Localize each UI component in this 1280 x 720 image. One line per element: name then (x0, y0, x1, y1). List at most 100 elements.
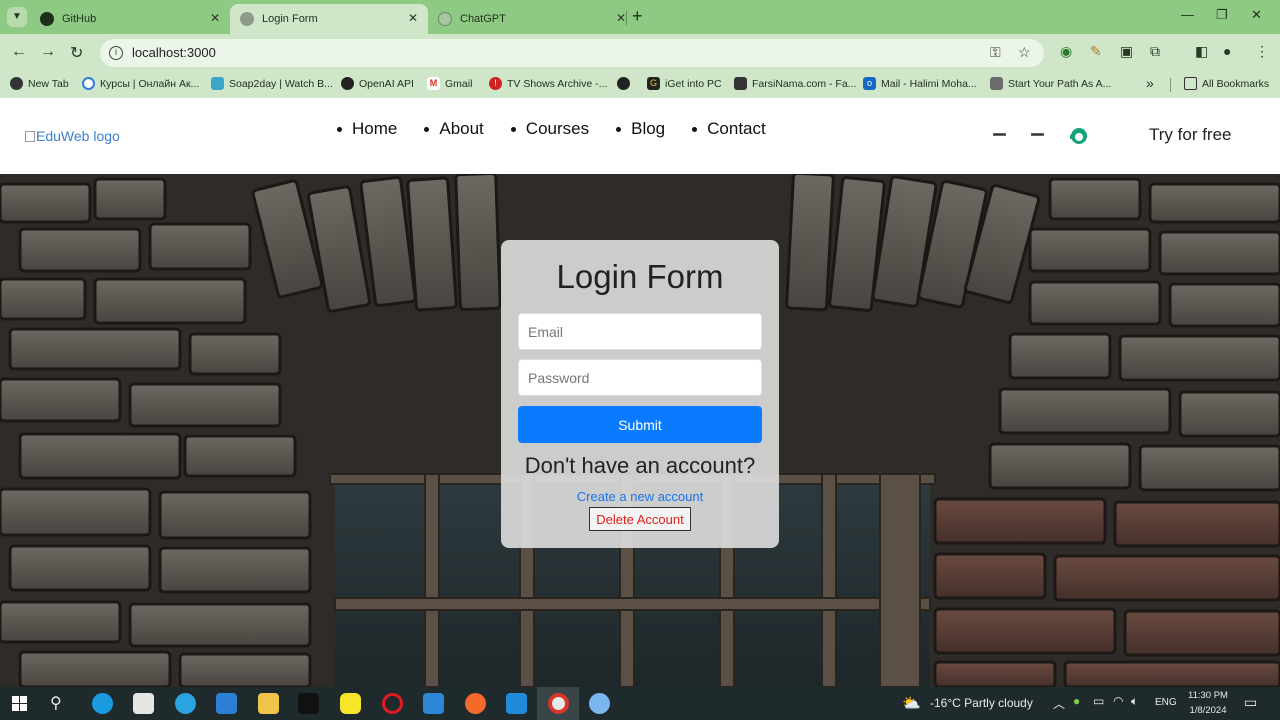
menu-kebab-icon[interactable]: ⋮ (1255, 43, 1269, 60)
avatar[interactable]: ● (1223, 43, 1231, 59)
close-icon[interactable]: ✕ (616, 11, 626, 25)
restore-icon[interactable]: ❐ (1216, 7, 1228, 23)
extension-icon[interactable]: ▣ (1120, 43, 1133, 60)
close-icon[interactable]: ✕ (210, 11, 220, 25)
clock-date[interactable]: 1/8/2024 (1178, 705, 1238, 716)
chrome-icon[interactable] (548, 693, 569, 714)
globe-icon (10, 77, 23, 90)
tab-search-icon[interactable]: ▼ (7, 7, 27, 27)
bookmark-item[interactable]: Курсы | Онлайн Ак... (82, 77, 199, 90)
bookmark-item[interactable] (617, 77, 635, 90)
tray-app-icon[interactable]: ● (1073, 694, 1080, 708)
grammarly-icon[interactable] (1070, 127, 1088, 145)
back-icon[interactable]: ← (11, 43, 27, 61)
battery-icon[interactable]: ▭ (1093, 694, 1104, 708)
folder-icon (1184, 77, 1197, 90)
email-field[interactable] (518, 313, 762, 350)
nav-about[interactable]: About (424, 119, 484, 139)
vscode-icon[interactable] (506, 693, 527, 714)
bookmark-item[interactable]: o Mail - Halimi Moha... (863, 77, 977, 90)
file-explorer-icon[interactable] (258, 693, 279, 714)
farsinama-icon (734, 77, 747, 90)
more-bookmarks-button[interactable]: » (1146, 75, 1154, 91)
postman-icon[interactable] (465, 693, 486, 714)
show-hidden-icons-icon[interactable]: ︿ (1053, 695, 1065, 712)
logo-alt-text: EduWeb logo (36, 128, 120, 144)
try-for-free-button[interactable]: Try for free (1149, 125, 1232, 145)
bookmark-item[interactable]: M Gmail (427, 77, 472, 90)
search-icon[interactable]: ⚲ (50, 693, 62, 713)
clock-time[interactable]: 11:30 PM (1178, 690, 1238, 701)
nav-contact[interactable]: Contact (692, 119, 766, 139)
address-url[interactable]: localhost:3000 (132, 45, 216, 60)
tab-github[interactable]: GitHub ✕ (30, 4, 230, 34)
new-tab-icon[interactable]: + (632, 6, 643, 27)
iget-icon: G (647, 77, 660, 90)
reload-icon[interactable]: ↻ (70, 43, 83, 63)
minimize-icon[interactable]: — (1181, 7, 1194, 22)
notifications-icon[interactable]: ▭ (1244, 694, 1257, 711)
tab-bar: ▼ GitHub ✕ Login Form ✕ ChatGPT ✕ + — ❐ … (0, 0, 1280, 34)
bookmark-item[interactable]: New Tab (10, 77, 69, 90)
tab-separator (626, 11, 627, 25)
forward-icon[interactable]: → (40, 43, 56, 61)
create-account-link[interactable]: Create a new account (501, 489, 779, 504)
login-title: Login Form (556, 258, 724, 295)
close-icon[interactable]: ✕ (408, 11, 418, 25)
tab-title: GitHub (62, 13, 97, 25)
opera-icon[interactable] (382, 693, 403, 714)
nav-blog[interactable]: Blog (616, 119, 665, 139)
mail-icon[interactable] (216, 693, 237, 714)
bullet-icon (692, 126, 698, 132)
window-close-icon[interactable]: ✕ (1251, 7, 1262, 23)
bookmark-item[interactable]: GiGet into PC (647, 77, 722, 90)
taskbar: ⚲ ⛅ -16°C Partly cloudy ︿ ● ▭ ◠ 🔈︎ ENG 1… (0, 687, 1280, 720)
bookmark-item[interactable]: OpenAI API (341, 77, 414, 90)
nav-courses[interactable]: Courses (510, 119, 589, 139)
password-field[interactable] (518, 359, 762, 396)
wifi-icon[interactable]: ◠ (1113, 694, 1123, 708)
circle-icon (82, 77, 95, 90)
site-info-icon[interactable]: i (109, 46, 123, 60)
delete-account-button[interactable]: Delete Account (589, 507, 691, 531)
broken-image-icon (25, 130, 35, 142)
bookmark-item[interactable]: Soap2day | Watch B... (211, 77, 333, 90)
bullet-icon (616, 126, 622, 132)
header-icon[interactable] (993, 133, 1006, 136)
tab-login-form[interactable]: Login Form ✕ (230, 4, 428, 34)
extensions-puzzle-icon[interactable]: ⧉ (1150, 43, 1160, 60)
weather-text[interactable]: -16°C Partly cloudy (930, 696, 1033, 710)
no-account-heading: Don't have an account? (524, 453, 756, 478)
weather-icon[interactable]: ⛅ (902, 694, 921, 712)
edge-icon[interactable] (92, 693, 113, 714)
extension-icon[interactable]: ✎ (1090, 43, 1102, 60)
snapchat-icon[interactable] (340, 693, 361, 714)
app-icon[interactable] (423, 693, 444, 714)
key-icon[interactable]: ⚿ (990, 44, 1001, 61)
header-icon[interactable] (1031, 133, 1044, 136)
app-icon[interactable] (589, 693, 610, 714)
tab-title: ChatGPT (460, 13, 506, 25)
submit-button[interactable]: Submit (518, 406, 762, 443)
windows-start-icon[interactable] (12, 696, 27, 711)
toolbar: ← → ↻ i localhost:3000 ⚿ ☆ ◉ ✎ ▣ ⧉ ◧ ● ⋮ (0, 34, 1280, 72)
gmail-icon: M (427, 77, 440, 90)
bookmark-item[interactable]: FarsiNama.com - Fa... (734, 77, 856, 90)
bookmark-item[interactable]: ! TV Shows Archive -... (489, 77, 607, 90)
star-icon[interactable]: ☆ (1018, 44, 1031, 61)
nav-home[interactable]: Home (337, 119, 397, 139)
store-icon[interactable] (133, 693, 154, 714)
telegram-icon[interactable] (175, 693, 196, 714)
bookmark-item[interactable]: Start Your Path As A... (990, 77, 1111, 90)
all-bookmarks-button[interactable]: All Bookmarks (1184, 77, 1269, 90)
extension-icon[interactable]: ◉ (1060, 43, 1072, 60)
tv-shows-icon: ! (489, 77, 502, 90)
main-nav: Home About Courses Blog Contact (337, 119, 793, 139)
tiktok-icon[interactable] (298, 693, 319, 714)
language-indicator[interactable]: ENG (1155, 697, 1177, 708)
address-bar[interactable]: i localhost:3000 ⚿ ☆ (100, 39, 1044, 67)
volume-icon[interactable]: 🔈︎ (1131, 694, 1138, 709)
side-panel-icon[interactable]: ◧ (1195, 43, 1208, 60)
site-logo[interactable]: EduWeb logo (25, 128, 120, 144)
tab-chatgpt[interactable]: ChatGPT ✕ (428, 4, 626, 34)
